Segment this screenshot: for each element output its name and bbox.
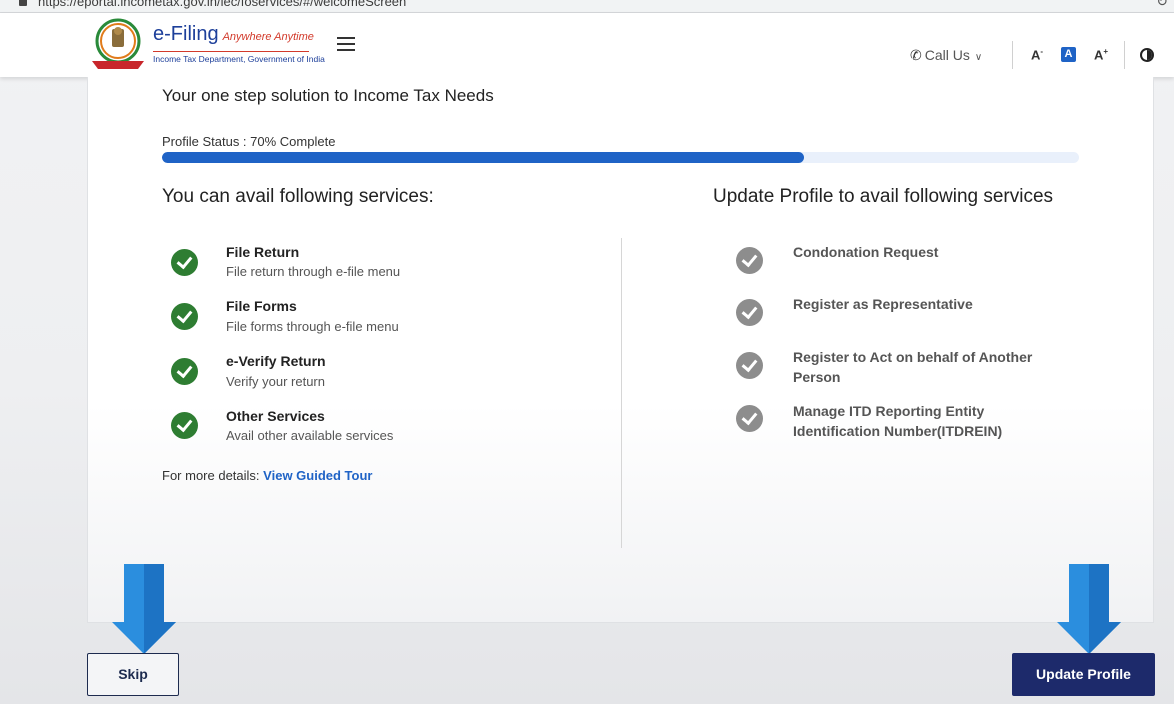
profile-progress-bar (162, 152, 1079, 163)
check-circle-icon (171, 358, 198, 385)
check-circle-icon (171, 249, 198, 276)
service-title: Other Services (226, 408, 325, 424)
contrast-toggle-icon[interactable] (1140, 48, 1154, 62)
service-title: Condonation Request (793, 244, 939, 260)
service-title: Register to Act on behalf of Another Per… (793, 349, 1033, 385)
page-tagline: Your one step solution to Income Tax Nee… (162, 86, 494, 105)
reload-icon[interactable]: ↻ (1156, 0, 1168, 10)
profile-progress-fill (162, 152, 804, 163)
phone-icon: ✆ (910, 47, 922, 63)
arrow-down-icon (1057, 564, 1121, 654)
brand-underline (153, 51, 309, 52)
locked-services-title: Update Profile to avail following servic… (713, 186, 1054, 207)
profile-status-label: Profile Status : 70% Complete (162, 134, 336, 149)
font-default-button[interactable]: A (1061, 47, 1076, 62)
browser-url-bar[interactable]: https://eportal.incometax.gov.in/iec/fos… (0, 0, 1174, 13)
call-us-label: Call Us (924, 47, 970, 63)
more-details: For more details: View Guided Tour (162, 468, 372, 483)
divider (1012, 41, 1013, 69)
brand-subtitle: Income Tax Department, Government of Ind… (153, 54, 325, 64)
skip-button[interactable]: Skip (87, 653, 179, 696)
brand-tagline: Anywhere Anytime (222, 31, 314, 43)
brand-name: e-Filing (153, 23, 219, 45)
check-circle-icon (736, 352, 763, 379)
service-description: Verify your return (226, 374, 325, 389)
check-circle-icon (736, 247, 763, 274)
arrow-down-icon (112, 564, 176, 654)
lock-icon (19, 0, 27, 6)
site-header: e-Filing Anywhere Anytime Income Tax Depa… (0, 13, 1174, 77)
service-title: File Return (226, 244, 300, 260)
column-divider (621, 238, 622, 548)
more-details-label: For more details: (162, 468, 260, 483)
service-description: Avail other available services (226, 428, 394, 443)
available-services-title: You can avail following services: (162, 186, 434, 207)
income-tax-emblem-logo[interactable] (88, 17, 148, 73)
view-guided-tour-link[interactable]: View Guided Tour (263, 468, 372, 483)
service-description: File return through e-file menu (226, 264, 401, 279)
check-circle-icon (736, 299, 763, 326)
call-us-dropdown[interactable]: ✆ Call Us ∨ (910, 47, 982, 64)
check-circle-icon (171, 412, 198, 439)
font-increase-button[interactable]: A+ (1094, 47, 1108, 62)
service-description: File forms through e-file menu (226, 319, 399, 334)
url-text[interactable]: https://eportal.incometax.gov.in/iec/fos… (38, 0, 406, 9)
service-title: Manage ITD Reporting Entity Identificati… (793, 403, 1003, 439)
brand-title: e-Filing Anywhere Anytime (153, 23, 314, 46)
check-circle-icon (171, 303, 198, 330)
menu-icon[interactable] (337, 37, 355, 51)
update-profile-button[interactable]: Update Profile (1012, 653, 1155, 696)
divider (1124, 41, 1125, 69)
chevron-down-icon: ∨ (974, 52, 983, 63)
check-circle-icon (736, 405, 763, 432)
service-title: Register as Representative (793, 296, 973, 312)
font-decrease-button[interactable]: A- (1031, 47, 1043, 62)
service-title: e-Verify Return (226, 353, 326, 369)
service-title: File Forms (226, 298, 297, 314)
